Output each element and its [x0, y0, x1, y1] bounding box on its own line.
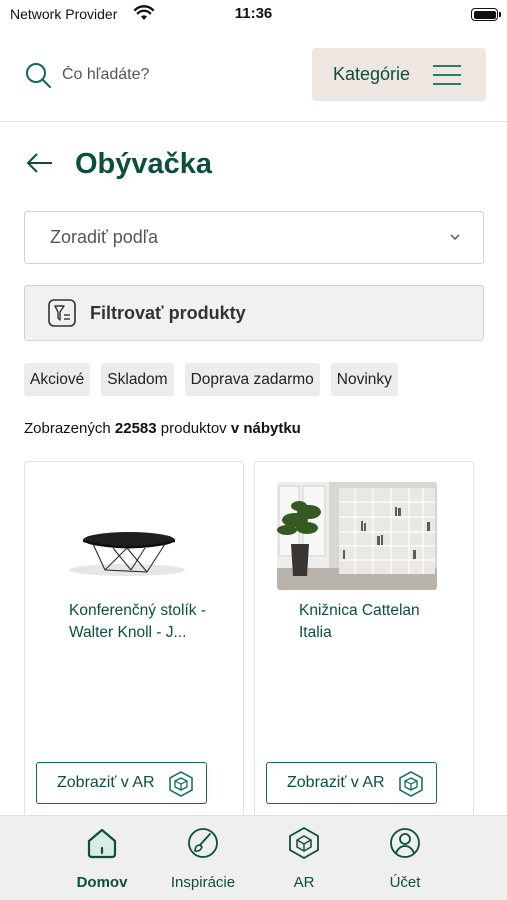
product-card[interactable]: Konferenčný stolík - Walter Knoll - J...…	[24, 461, 244, 841]
filter-label: Filtrovať produkty	[90, 302, 246, 323]
nav-label-inspiration: Inspirácie	[170, 874, 236, 891]
chip-novinky[interactable]: Novinky	[330, 363, 398, 396]
filter-icon	[48, 299, 76, 327]
nav-item-home[interactable]: Domov	[52, 826, 152, 896]
result-middle: produktov	[160, 420, 227, 437]
ar-button-label: Zobraziť v AR	[57, 774, 155, 791]
menu-icon	[433, 65, 461, 85]
nav-label-home: Domov	[76, 874, 128, 891]
ar-button-label: Zobraziť v AR	[287, 774, 385, 791]
search-input[interactable]	[62, 66, 262, 84]
view-in-ar-button[interactable]: Zobraziť v AR	[36, 762, 207, 804]
nav-item-ar[interactable]: AR	[254, 826, 354, 896]
battery-icon	[471, 8, 498, 21]
nav-label-ar: AR	[293, 874, 315, 891]
status-bar: Network Provider 11:36	[0, 0, 507, 28]
filter-button[interactable]: Filtrovať produkty	[24, 285, 484, 341]
sort-select[interactable]: Zoradiť podľa	[24, 211, 484, 264]
categories-button[interactable]: Kategórie	[312, 48, 486, 101]
result-number: 22583	[114, 420, 157, 437]
chip-akciove[interactable]: Akciové	[24, 363, 91, 396]
sort-label: Zoradiť podľa	[50, 227, 159, 247]
result-prefix: Zobrazených	[24, 420, 111, 437]
chevron-down-icon	[450, 234, 460, 241]
brush-icon	[188, 828, 218, 858]
ar-cube-icon	[399, 771, 423, 797]
result-suffix: v nábytku	[230, 420, 301, 437]
product-name[interactable]: Konferenčný stolík - Walter Knoll - J...	[69, 600, 219, 644]
ar-cube-icon	[169, 771, 193, 797]
nav-item-account[interactable]: Účet	[355, 826, 455, 896]
product-card[interactable]: Knižnica Cattelan Italia Zobraziť v AR	[254, 461, 474, 841]
bottom-nav: Domov Inspirácie AR Účet	[0, 815, 507, 900]
product-image-coffee-table[interactable]	[47, 482, 207, 590]
back-arrow-icon[interactable]	[26, 151, 54, 175]
ar-cube-icon	[289, 826, 319, 860]
product-name[interactable]: Knižnica Cattelan Italia	[299, 600, 449, 644]
chip-skladom[interactable]: Skladom	[101, 363, 174, 396]
search-bar[interactable]	[24, 58, 284, 92]
chip-doprava-zadarmo[interactable]: Doprava zadarmo	[184, 363, 320, 396]
nav-item-inspiration[interactable]: Inspirácie	[153, 826, 253, 896]
user-icon	[390, 828, 420, 858]
categories-label: Kategórie	[333, 64, 411, 84]
battery-tip	[499, 12, 501, 17]
filter-chips: Akciové Skladom Doprava zadarmo Novinky	[24, 363, 398, 396]
header-divider	[0, 121, 507, 122]
view-in-ar-button[interactable]: Zobraziť v AR	[266, 762, 437, 804]
result-count: Zobrazených 22583 produktov v nábytku	[24, 420, 301, 437]
clock: 11:36	[234, 5, 273, 22]
home-icon	[87, 828, 117, 859]
product-image-bookshelf[interactable]	[277, 482, 437, 590]
nav-label-account: Účet	[389, 874, 421, 891]
search-icon	[26, 63, 51, 88]
page-title: Obývačka	[75, 148, 213, 180]
